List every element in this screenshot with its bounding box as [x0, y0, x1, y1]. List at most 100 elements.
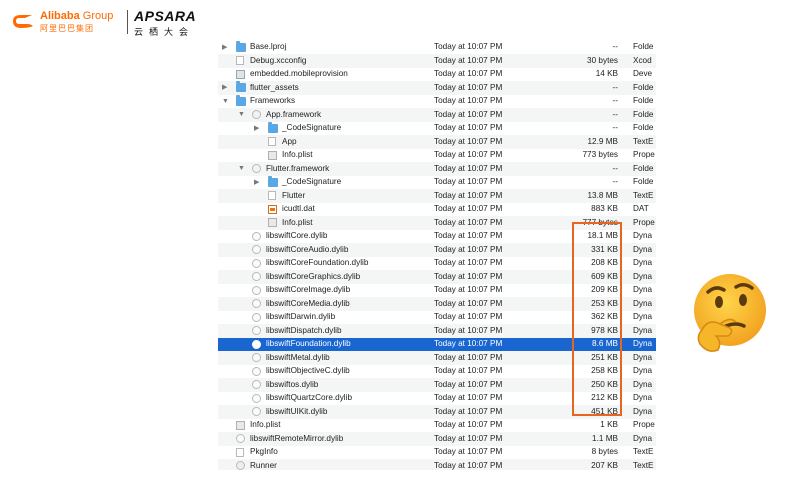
file-row[interactable]: ▼ Frameworks Today at 10:07 PM -- Folde [218, 94, 656, 109]
disclosure-collapsed-icon[interactable]: ▶ [222, 43, 230, 52]
disclosure-collapsed-icon[interactable]: ▶ [222, 83, 230, 92]
file-row[interactable]: ▶ Base.lproj Today at 10:07 PM -- Folde [218, 40, 656, 55]
file-kind: Dyna [633, 325, 653, 335]
file-name: embedded.mobileprovision [250, 69, 348, 78]
slide-header: Alibaba Group 阿里巴巴集团 APSARA 云栖大会 [0, 0, 800, 40]
file-kind: TextE [633, 190, 654, 200]
apsara-chinese-name: 云栖大会 [134, 27, 195, 37]
folder-file-icon [268, 121, 278, 133]
folder-file-icon [236, 94, 246, 106]
file-name: App [282, 136, 297, 146]
file-size: 1.1 MB [592, 433, 618, 443]
file-size: -- [612, 123, 618, 132]
disclosure-expanded-icon[interactable]: ▼ [222, 97, 230, 106]
file-row[interactable]: Flutter Today at 10:07 PM 13.8 MB TextE [218, 189, 656, 203]
file-date: Today at 10:07 PM [434, 366, 503, 375]
file-date: Today at 10:07 PM [434, 204, 503, 213]
file-date: Today at 10:07 PM [434, 285, 503, 294]
file-date: Today at 10:07 PM [434, 217, 503, 227]
lib-file-icon [252, 366, 261, 376]
file-kind: Dyna [633, 312, 653, 321]
file-row[interactable]: PkgInfo Today at 10:07 PM 8 bytes TextE [218, 446, 656, 460]
file-kind: TextE [633, 136, 654, 146]
file-name: App.framework [266, 109, 322, 119]
file-name: libswiftos.dylib [266, 379, 319, 389]
file-kind: Dyna [633, 285, 653, 294]
lib-file-icon [252, 272, 261, 281]
file-row[interactable]: App Today at 10:07 PM 12.9 MB TextE [218, 135, 656, 149]
file-size: -- [612, 42, 618, 51]
file-size: 30 bytes [587, 55, 618, 65]
file-row[interactable]: ▼ App.framework Today at 10:07 PM -- Folde [218, 108, 656, 122]
file-size: -- [612, 177, 618, 186]
file-name: libswiftCoreGraphics.dylib [266, 271, 361, 281]
file-date: Today at 10:07 PM [434, 136, 503, 146]
file-kind: Folde [633, 109, 654, 119]
file-name: Info.plist [282, 150, 313, 159]
file-kind: Dyna [633, 393, 653, 402]
file-date: Today at 10:07 PM [434, 163, 503, 173]
file-date: Today at 10:07 PM [434, 231, 503, 240]
file-kind: Folde [633, 163, 654, 173]
lib-file-icon [252, 245, 261, 254]
file-row[interactable]: ▶ _CodeSignature Today at 10:07 PM -- Folde [218, 121, 656, 136]
disclosure-collapsed-icon[interactable]: ▶ [254, 178, 262, 187]
file-kind: Xcod [633, 55, 652, 65]
file-name: Info.plist [250, 420, 281, 429]
disclosure-collapsed-icon[interactable]: ▶ [254, 124, 262, 133]
doc-file-icon [236, 447, 244, 457]
file-row[interactable]: ▼ Flutter.framework Today at 10:07 PM -- Fol… [218, 162, 656, 176]
file-size: -- [612, 109, 618, 119]
lib-file-icon [252, 312, 261, 322]
alibaba-wordmark: Alibaba Group [40, 10, 113, 22]
file-kind: Dyna [633, 406, 653, 416]
alibaba-group-text: Group [79, 10, 114, 22]
file-size: 883 KB [591, 204, 618, 213]
file-row[interactable]: ▶ _CodeSignature Today at 10:07 PM -- Folde [218, 175, 656, 190]
file-date: Today at 10:07 PM [434, 55, 503, 65]
lib-file-icon [252, 380, 261, 389]
doc-file-icon [236, 56, 244, 65]
plist-file-icon [236, 420, 245, 430]
file-row[interactable]: Info.plist Today at 10:07 PM 1 KB Prope [218, 419, 656, 433]
file-date: Today at 10:07 PM [434, 258, 503, 267]
lib-file-icon [252, 299, 261, 308]
file-date: Today at 10:07 PM [434, 271, 503, 281]
file-kind: Prope [633, 420, 655, 429]
disclosure-expanded-icon[interactable]: ▼ [238, 164, 246, 173]
file-kind: TextE [633, 447, 654, 456]
file-row[interactable]: libswiftRemoteMirror.dylib Today at 10:07… [218, 432, 656, 446]
file-name: _CodeSignature [282, 177, 342, 186]
file-kind: Dyna [633, 258, 653, 267]
file-kind: Dyna [633, 366, 653, 375]
file-date: Today at 10:07 PM [434, 447, 503, 456]
file-row[interactable]: embedded.mobileprovision Today at 10:07 P… [218, 68, 656, 82]
alibaba-name: Alibaba [40, 10, 80, 22]
plist-file-icon [268, 150, 277, 160]
file-row[interactable]: ▶ flutter_assets Today at 10:07 PM -- Folde [218, 81, 656, 95]
file-name: libswiftMetal.dylib [266, 352, 330, 362]
file-row[interactable]: Runner Today at 10:07 PM 207 KB TextE [218, 459, 656, 470]
file-date: Today at 10:07 PM [434, 244, 503, 254]
file-size: 13.8 MB [587, 190, 619, 200]
file-row[interactable]: Debug.xcconfig Today at 10:07 PM 30 bytes X… [218, 54, 656, 68]
file-name: libswiftFoundation.dylib [266, 339, 351, 348]
lib-file-icon [236, 434, 245, 443]
dat-file-icon [268, 204, 277, 214]
disclosure-expanded-icon[interactable]: ▼ [238, 110, 246, 119]
file-date: Today at 10:07 PM [434, 339, 503, 348]
doc-file-icon [268, 191, 276, 200]
file-size: 773 bytes [582, 150, 618, 159]
file-row[interactable]: Info.plist Today at 10:07 PM 773 bytes Prop… [218, 149, 656, 163]
file-size: -- [612, 96, 618, 105]
file-date: Today at 10:07 PM [434, 42, 503, 51]
fw-file-icon [252, 110, 261, 119]
file-name: libswiftUIKit.dylib [266, 406, 328, 416]
lib-file-icon [252, 326, 261, 335]
file-kind: Deve [633, 69, 653, 78]
file-date: Today at 10:07 PM [434, 190, 503, 200]
file-date: Today at 10:07 PM [434, 123, 503, 132]
file-name: libswiftCoreAudio.dylib [266, 244, 349, 254]
file-row[interactable]: icudtl.dat Today at 10:07 PM 883 KB DAT [218, 203, 656, 217]
file-date: Today at 10:07 PM [434, 433, 503, 443]
